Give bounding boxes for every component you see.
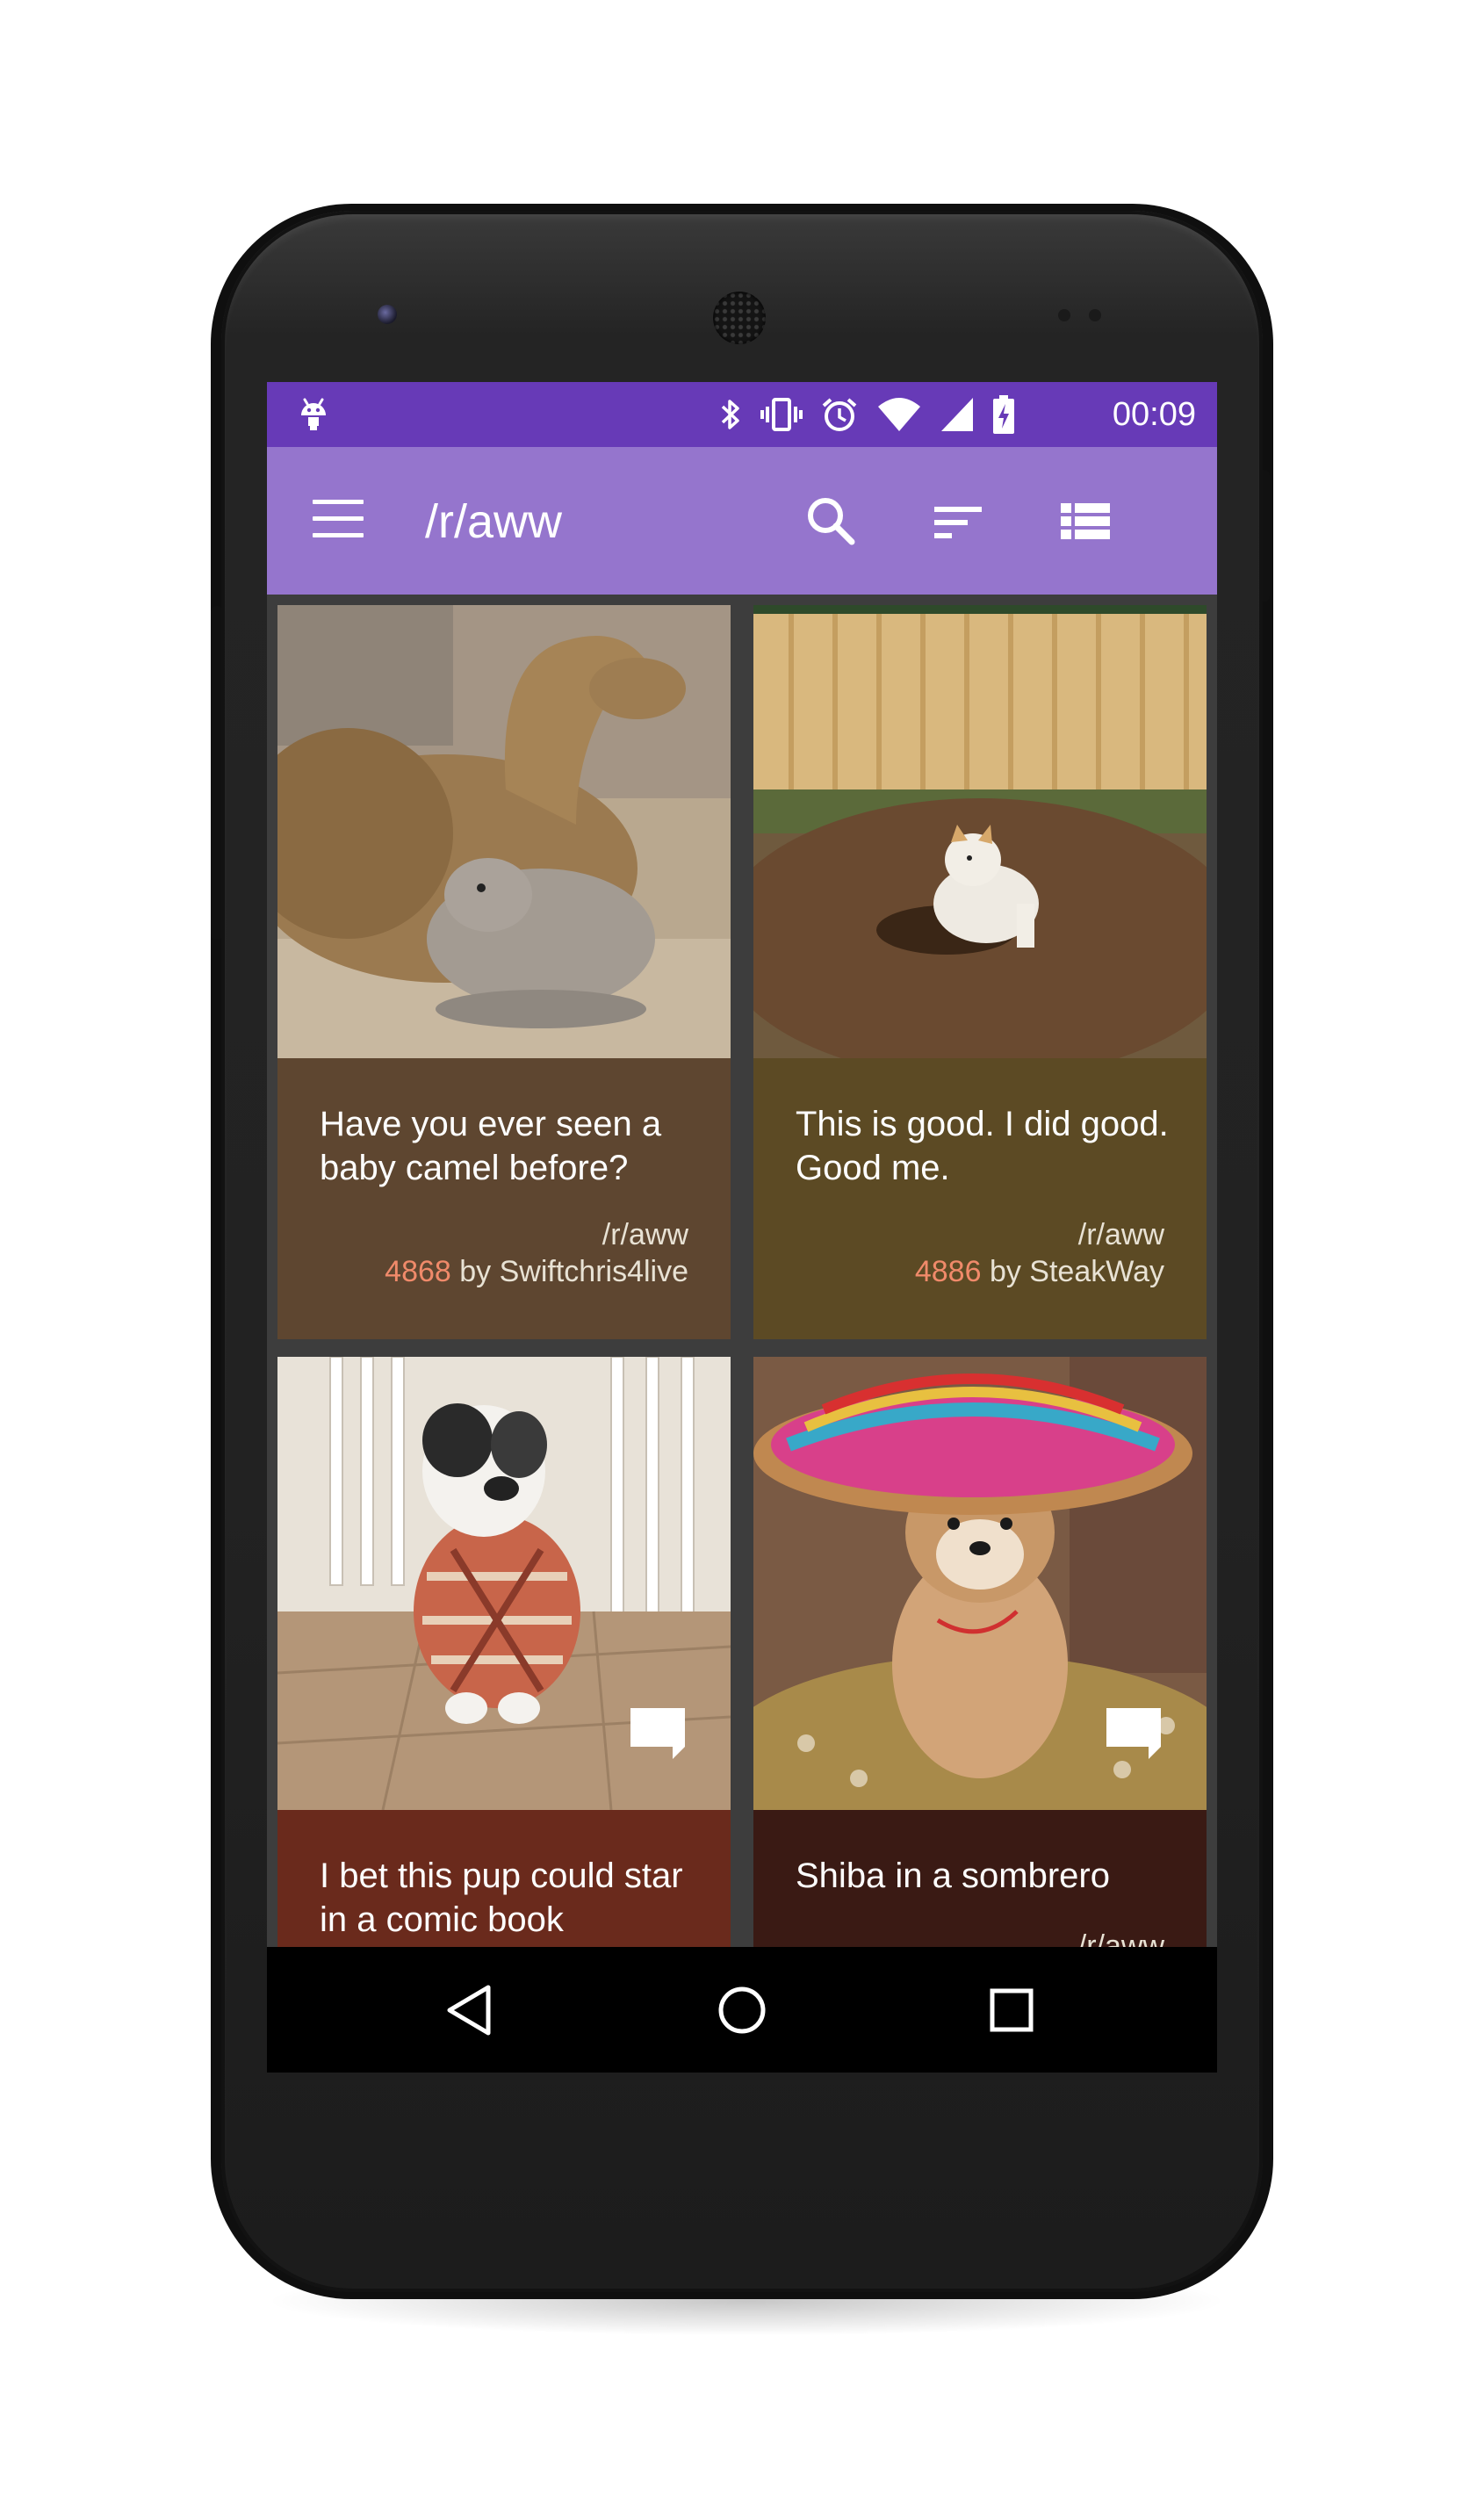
light-sensor <box>1089 309 1101 321</box>
android-debug-icon <box>301 398 326 430</box>
alarm-icon <box>822 398 857 431</box>
bluetooth-icon <box>721 400 739 429</box>
post-subreddit[interactable]: /r/aww <box>602 1216 688 1253</box>
sort-icon[interactable] <box>927 491 989 552</box>
post-thumbnail[interactable] <box>753 605 1207 1058</box>
post-info: I bet this pup could star in a comic boo… <box>277 1810 731 1947</box>
post-info: This is good. I did good. Good me. /r/aw… <box>753 1058 1207 1339</box>
post-score: 4886 <box>914 1255 982 1288</box>
app-bar: /r/aww <box>267 447 1217 595</box>
status-icons <box>718 394 1015 435</box>
post-title: I bet this pup could star in a comic boo… <box>320 1857 683 1939</box>
post-meta: 4868 by Swiftchris4live <box>385 1253 688 1290</box>
vibrate-icon <box>760 398 803 431</box>
post-info: Have you ever seen a baby camel before? … <box>277 1058 731 1339</box>
battery-charging-icon <box>993 395 1014 434</box>
comment-icon[interactable] <box>630 1708 685 1759</box>
earpiece-speaker <box>713 292 766 344</box>
post-meta: 4886 by SteakWay <box>915 1253 1164 1290</box>
recents-icon[interactable] <box>975 1973 1048 2047</box>
post-score: 4868 <box>385 1255 451 1288</box>
post-thumbnail[interactable] <box>277 605 731 1058</box>
post-title: Have you ever seen a baby camel before? <box>320 1105 662 1187</box>
wifi-icon <box>878 398 920 431</box>
menu-icon[interactable] <box>313 500 365 540</box>
comment-icon[interactable] <box>1106 1708 1161 1759</box>
status-bar: 00:09 <box>267 382 1217 447</box>
proximity-sensor <box>1058 309 1070 321</box>
post-card[interactable]: Have you ever seen a baby camel before? … <box>277 605 731 1339</box>
screen: 00:09 /r/aww Have you ever seen a baby c… <box>267 382 1217 2073</box>
home-icon[interactable] <box>705 1973 779 2047</box>
post-title: Shiba in a sombrero <box>796 1857 1110 1895</box>
post-card[interactable]: I bet this pup could star in a comic boo… <box>277 1357 731 1947</box>
search-icon[interactable] <box>801 491 862 552</box>
page-title: /r/aww <box>425 495 563 548</box>
post-card[interactable]: This is good. I did good. Good me. /r/aw… <box>753 605 1207 1339</box>
post-info: Shiba in a sombrero /r/aww <box>753 1810 1207 1947</box>
post-subreddit[interactable]: /r/aww <box>1078 1928 1164 1947</box>
front-camera <box>378 305 397 324</box>
post-grid: Have you ever seen a baby camel before? … <box>267 595 1217 1947</box>
post-author[interactable]: by SteakWay <box>990 1255 1164 1288</box>
back-icon[interactable] <box>436 1973 509 2047</box>
signal-icon <box>941 398 973 431</box>
post-author[interactable]: by Swiftchris4live <box>459 1255 688 1288</box>
status-time: 00:09 <box>1112 396 1196 433</box>
post-title: This is good. I did good. Good me. <box>796 1105 1169 1187</box>
navigation-bar <box>267 1947 1217 2073</box>
view-list-icon[interactable] <box>1054 491 1115 552</box>
post-subreddit[interactable]: /r/aww <box>1078 1216 1164 1253</box>
post-card[interactable]: Shiba in a sombrero /r/aww <box>753 1357 1207 1947</box>
